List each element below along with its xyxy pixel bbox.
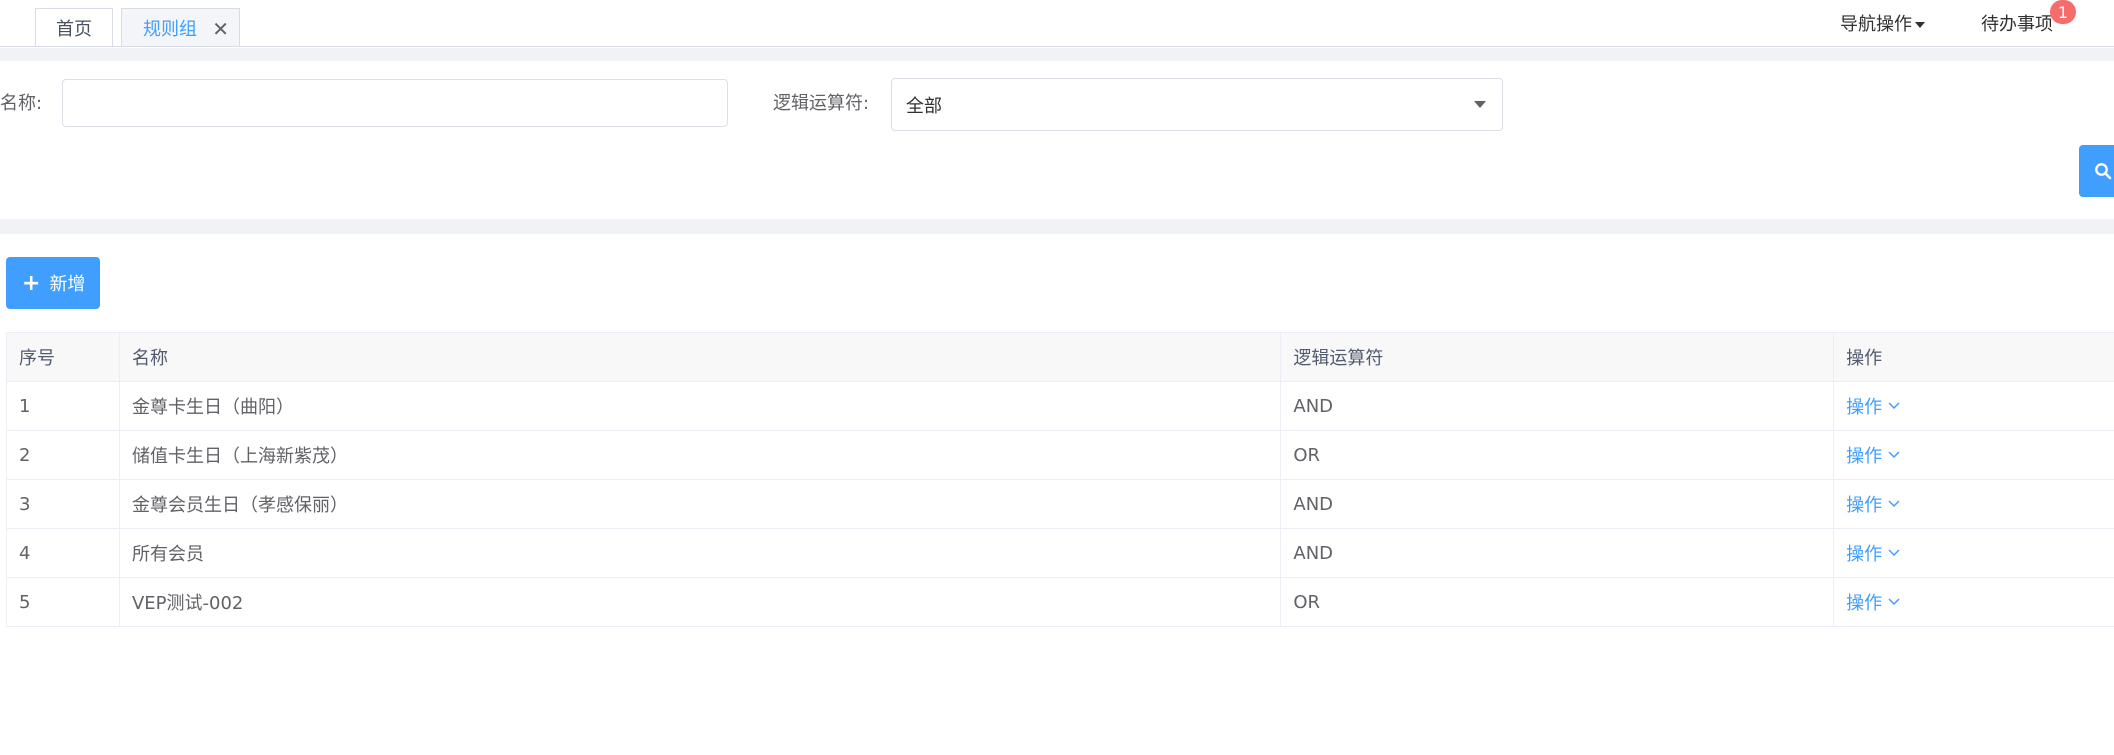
caret-down-icon: [1915, 22, 1925, 28]
filter-panel: 名称: 逻辑运算符: 全部: [0, 61, 2114, 219]
column-header-action: 操作: [1846, 348, 1883, 369]
row-action-label: 操作: [1846, 397, 1883, 418]
caret-down-icon: [1474, 101, 1486, 108]
section-divider: [0, 48, 2114, 61]
row-action-label: 操作: [1846, 593, 1883, 614]
name-filter-input[interactable]: [62, 79, 728, 127]
row-index: 4: [7, 529, 120, 577]
add-button-label: 新增: [49, 274, 86, 295]
tab-home-label: 首页: [56, 18, 92, 40]
row-action-label: 操作: [1846, 446, 1883, 467]
table-row: 1 金尊卡生日（曲阳） AND 操作: [7, 382, 2114, 431]
search-button[interactable]: [2079, 145, 2114, 197]
column-header-index: 序号: [7, 333, 120, 381]
table-row: 2 储值卡生日（上海新紫茂） OR 操作: [7, 431, 2114, 480]
row-logic: OR: [1281, 431, 1835, 479]
row-name: 金尊卡生日（曲阳）: [120, 382, 1282, 430]
chevron-down-icon: [1888, 402, 1900, 410]
row-index: 5: [7, 578, 120, 626]
chevron-down-icon: [1888, 549, 1900, 557]
table-row: 3 金尊会员生日（孝感保丽） AND 操作: [7, 480, 2114, 529]
table-row: 4 所有会员 AND 操作: [7, 529, 2114, 578]
nav-ops-dropdown[interactable]: 导航操作: [1840, 10, 1925, 36]
row-name: VEP测试-002: [120, 578, 1282, 626]
row-action-dropdown[interactable]: 操作: [1846, 540, 1900, 566]
todo-link[interactable]: 待办事项: [1981, 10, 2053, 36]
todo-badge: 1: [2050, 0, 2076, 24]
row-name: 储值卡生日（上海新紫茂）: [120, 431, 1282, 479]
row-index: 1: [7, 382, 120, 430]
rule-group-table: 序号 名称 逻辑运算符 操作 1 金尊卡生日（曲阳） AND 操作 2 储值卡生…: [6, 332, 2114, 627]
logic-filter-select[interactable]: 全部: [891, 78, 1503, 131]
row-action-cell: 操作: [1834, 578, 2114, 626]
add-button[interactable]: + 新增: [6, 257, 100, 309]
table-header-row: 序号 名称 逻辑运算符 操作: [7, 333, 2114, 382]
row-logic: AND: [1281, 480, 1835, 528]
row-action-cell: 操作: [1834, 382, 2114, 430]
close-icon[interactable]: ✕: [212, 17, 229, 41]
tab-rule-group[interactable]: 规则组 ✕: [121, 8, 240, 46]
todo-label: 待办事项: [1981, 14, 2053, 35]
column-header-logic: 逻辑运算符: [1281, 333, 1835, 381]
column-header-name: 名称: [120, 333, 1282, 381]
tab-rule-group-label: 规则组: [143, 18, 197, 40]
row-action-cell: 操作: [1834, 480, 2114, 528]
row-action-dropdown[interactable]: 操作: [1846, 442, 1900, 468]
nav-ops-label: 导航操作: [1840, 14, 1912, 35]
row-action-label: 操作: [1846, 544, 1883, 565]
row-action-label: 操作: [1846, 495, 1883, 516]
tab-home[interactable]: 首页: [35, 8, 113, 46]
row-action-cell: 操作: [1834, 431, 2114, 479]
row-logic: AND: [1281, 529, 1835, 577]
plus-icon: +: [22, 270, 41, 296]
row-action-dropdown[interactable]: 操作: [1846, 393, 1900, 419]
row-action-dropdown[interactable]: 操作: [1846, 491, 1900, 517]
search-icon: [2095, 163, 2112, 180]
row-logic: AND: [1281, 382, 1835, 430]
row-index: 3: [7, 480, 120, 528]
logic-filter-value: 全部: [906, 95, 942, 117]
chevron-down-icon: [1888, 500, 1900, 508]
logic-filter-label: 逻辑运算符:: [773, 93, 870, 114]
row-name: 所有会员: [120, 529, 1282, 577]
row-action-cell: 操作: [1834, 529, 2114, 577]
chevron-down-icon: [1888, 451, 1900, 459]
name-filter-label: 名称:: [0, 93, 43, 114]
top-bar: 首页 规则组 ✕ 导航操作 待办事项 1: [0, 0, 2114, 47]
chevron-down-icon: [1888, 598, 1900, 606]
row-index: 2: [7, 431, 120, 479]
row-name: 金尊会员生日（孝感保丽）: [120, 480, 1282, 528]
section-divider: [0, 219, 2114, 234]
table-row: 5 VEP测试-002 OR 操作: [7, 578, 2114, 627]
row-action-dropdown[interactable]: 操作: [1846, 589, 1900, 615]
row-logic: OR: [1281, 578, 1835, 626]
